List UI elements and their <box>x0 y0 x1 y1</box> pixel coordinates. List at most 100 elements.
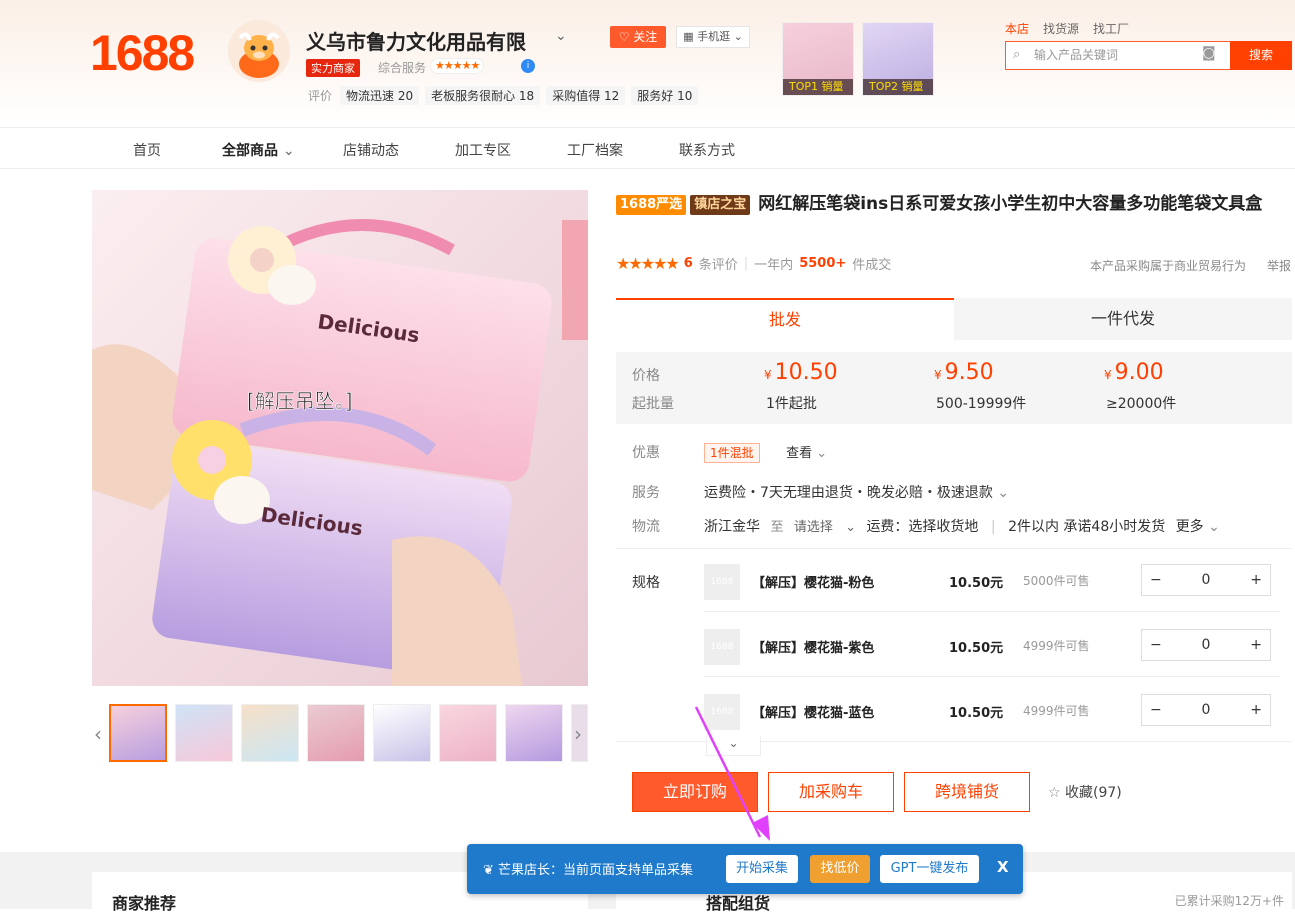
logistics-label: 物流 <box>632 519 660 535</box>
chevron-down-icon: ⌄ <box>816 446 828 461</box>
start-collect-button[interactable]: 开始采集 <box>726 855 798 883</box>
service-text[interactable]: 运费险・7天无理由退货・晚发必赔・极速退款 <box>704 485 993 501</box>
review-tag[interactable]: 采购值得 12 <box>546 86 626 105</box>
quantity-input[interactable]: 0 <box>1202 702 1211 718</box>
spec-label: 规格 <box>632 575 660 591</box>
spec-price: 10.50元 <box>949 706 1004 721</box>
minus-button[interactable]: − <box>1150 572 1162 588</box>
more-label: 更多 <box>1175 519 1204 535</box>
service-stars: ★★★★★ <box>430 58 485 74</box>
plus-button[interactable]: + <box>1250 637 1262 653</box>
plugin-text: ❦ 芒果店长：当前页面支持单品采集 <box>483 859 693 878</box>
thumbnail[interactable] <box>307 704 365 762</box>
thumbnail[interactable] <box>373 704 431 762</box>
cross-border-button[interactable]: 跨境铺货 <box>904 772 1030 812</box>
promo-row: 优惠 1件混批 查看 ⌄ <box>632 442 827 463</box>
divider: | <box>743 256 749 271</box>
shop-avatar[interactable] <box>228 20 290 82</box>
scope-this-shop[interactable]: 本店 <box>1005 20 1029 37</box>
thumbnail[interactable] <box>175 704 233 762</box>
top1-product-thumb[interactable]: TOP1 销量 <box>782 22 854 96</box>
mobile-browse-button[interactable]: ▦ 手机逛 ⌄ <box>676 26 750 48</box>
review-tag[interactable]: 服务好 10 <box>631 86 699 105</box>
more-button[interactable]: 更多 ⌄ <box>1176 519 1220 535</box>
tier-qty: 1件起批 <box>766 396 817 412</box>
gpt-publish-button[interactable]: GPT一键发布 <box>880 855 979 883</box>
price-value: 10.50 <box>774 360 838 385</box>
site-logo[interactable]: 1688 <box>90 24 195 82</box>
favorite-button[interactable]: ☆ 收藏(97) <box>1048 782 1122 802</box>
chevron-down-icon: ⌄ <box>845 520 856 535</box>
tab-dropship[interactable]: 一件代发 <box>954 298 1292 340</box>
info-icon[interactable]: i <box>521 59 535 73</box>
top2-product-thumb[interactable]: TOP2 销量 <box>862 22 934 96</box>
spec-price: 10.50元 <box>949 641 1004 656</box>
shop-name[interactable]: 义乌市鲁力文化用品有限 <box>306 26 526 55</box>
quantity-stepper: − 0 + <box>1141 629 1271 661</box>
add-to-cart-button[interactable]: 加采购车 <box>768 772 894 812</box>
plus-button[interactable]: + <box>1250 702 1262 718</box>
quantity-input[interactable]: 0 <box>1202 637 1211 653</box>
quantity-input[interactable]: 0 <box>1202 572 1211 588</box>
purchase-mode-tabs: 批发 一件代发 <box>616 298 1292 340</box>
review-tags: 评价 物流迅速 20 老板服务很耐心 18 采购值得 12 服务好 10 <box>306 86 699 105</box>
tab-wholesale[interactable]: 批发 <box>616 298 954 340</box>
mobile-label: 手机逛 <box>697 30 731 43</box>
report-link[interactable]: 举报 <box>1267 257 1291 274</box>
minus-button[interactable]: − <box>1150 702 1162 718</box>
review-count[interactable]: 6 <box>684 256 693 271</box>
spec-thumb: 1688 <box>704 629 740 665</box>
review-label[interactable]: 条评价 <box>699 254 738 273</box>
thumbnail[interactable] <box>505 704 563 762</box>
service-label: 服务 <box>632 485 660 501</box>
chevron-down-icon[interactable]: ⌄ <box>555 28 567 44</box>
thumbnail[interactable] <box>439 704 497 762</box>
thumbnail[interactable] <box>241 704 299 762</box>
tier-price: ¥9.50 <box>934 360 994 385</box>
favorite-label: 收藏(97) <box>1065 785 1122 801</box>
spec-stock: 4999件可售 <box>1023 704 1090 718</box>
plus-button[interactable]: + <box>1250 572 1262 588</box>
nav-shop-news[interactable]: 店铺动态 <box>343 140 399 160</box>
product-title-text: 网红解压笔袋ins日系可爱女孩小学生初中大容量多功能笔袋文具盒 <box>758 194 1263 214</box>
review-tag[interactable]: 物流迅速 20 <box>340 86 420 105</box>
spec-thumb: 1688 <box>704 564 740 600</box>
chevron-right-icon[interactable]: › <box>574 722 582 746</box>
year-label: 一年内 <box>754 258 794 273</box>
destination-select[interactable]: 请选择 ⌄ <box>794 520 856 535</box>
nav-all-products[interactable]: 全部商品 ⌄ <box>222 140 295 160</box>
nav-factory-profile[interactable]: 工厂档案 <box>567 140 623 160</box>
search-button[interactable]: 搜索 <box>1230 41 1292 70</box>
divider: | <box>990 519 996 535</box>
strength-badge: 实力商家 <box>306 59 360 77</box>
product-title: 1688严选 镇店之宝 网红解压笔袋ins日系可爱女孩小学生初中大容量多功能笔袋文具… <box>616 191 1276 218</box>
tier-price: ¥10.50 <box>764 360 838 385</box>
minus-button[interactable]: − <box>1150 637 1162 653</box>
close-icon[interactable]: X <box>997 858 1009 876</box>
review-tag[interactable]: 老板服务很耐心 18 <box>425 86 541 105</box>
price-tiers: 价格 起批量 ¥10.50 1件起批 ¥9.50 500-19999件 ¥9.0… <box>616 352 1292 424</box>
chevron-down-icon[interactable]: ⌄ <box>997 485 1009 501</box>
search-icon: ⌕ <box>1013 47 1021 62</box>
find-low-price-button[interactable]: 找低价 <box>810 855 870 883</box>
main-product-image[interactable]: Delicious Delicious [解压吊坠。] <box>92 190 588 686</box>
spec-name: 【解压】樱花猫-粉色 <box>752 576 875 591</box>
nav-processing[interactable]: 加工专区 <box>455 140 511 160</box>
annotation-arrow <box>694 706 770 841</box>
search-input[interactable]: 输入产品关键词 <box>1005 41 1230 70</box>
chevron-left-icon[interactable]: ‹ <box>94 722 102 746</box>
scope-find-source[interactable]: 找货源 <box>1043 20 1079 37</box>
logistics-row: 物流 浙江金华 至 请选择 ⌄ 运费：选择收货地 | 2件以内 承诺48小时发货 … <box>632 516 1220 536</box>
rating-row: ★★★★★ 6 条评价 | 一年内 5500+ 件成交 <box>616 254 891 273</box>
currency: ¥ <box>1104 368 1112 382</box>
nav-home[interactable]: 首页 <box>133 140 161 160</box>
plugin-toolbar: ❦ 芒果店长：当前页面支持单品采集 开始采集 找低价 GPT一键发布 X <box>467 844 1023 894</box>
follow-button[interactable]: ♡ 关注 <box>610 26 666 48</box>
nav-contact[interactable]: 联系方式 <box>679 140 735 160</box>
view-promo-button[interactable]: 查看 ⌄ <box>786 446 827 461</box>
chevron-down-icon: ⌄ <box>282 143 295 159</box>
star-icon: ☆ <box>1048 785 1061 801</box>
camera-icon[interactable]: ◙ <box>1202 45 1216 61</box>
scope-find-factory[interactable]: 找工厂 <box>1093 20 1129 37</box>
thumbnail[interactable] <box>109 704 167 762</box>
